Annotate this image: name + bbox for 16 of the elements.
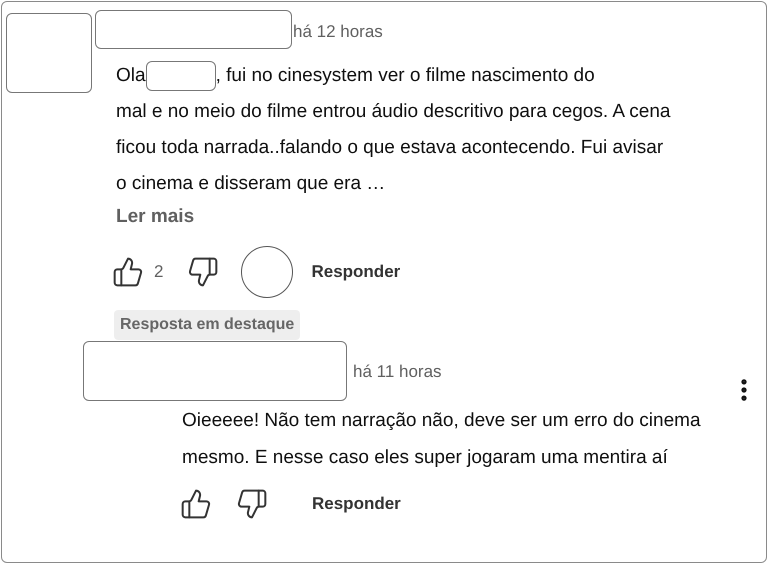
- like-icon[interactable]: [180, 488, 212, 520]
- like-count: 2: [154, 260, 164, 283]
- redacted-name: [146, 60, 216, 90]
- reply-button[interactable]: Responder: [312, 490, 401, 516]
- like-icon[interactable]: [112, 256, 144, 288]
- dislike-icon[interactable]: [187, 256, 220, 288]
- reply-text: Oieeeee! Não tem narração não, deve ser um erro do cinema mesmo. E nesse caso eles super jogaram uma mentira aí: [182, 408, 702, 470]
- dislike-icon[interactable]: [236, 488, 268, 520]
- comment-text: , fui no cinesystem ver o filme nascimento do: [216, 64, 595, 88]
- featured-reply-badge: Resposta em destaque: [114, 310, 300, 340]
- comment-text: Ola: [116, 64, 146, 88]
- reply-time: há 11 horas: [353, 361, 442, 383]
- comment-time: há 12 horas: [293, 20, 383, 42]
- read-more-link[interactable]: Ler mais: [116, 203, 194, 232]
- reply-button[interactable]: Responder: [311, 258, 400, 284]
- comment-text: mal e no meio do filme entrou áudio descritivo para cegos. A cena ficou toda narrada..falando o que estava acontecendo. Fui avisar o cinema e disseram que era …: [116, 100, 672, 196]
